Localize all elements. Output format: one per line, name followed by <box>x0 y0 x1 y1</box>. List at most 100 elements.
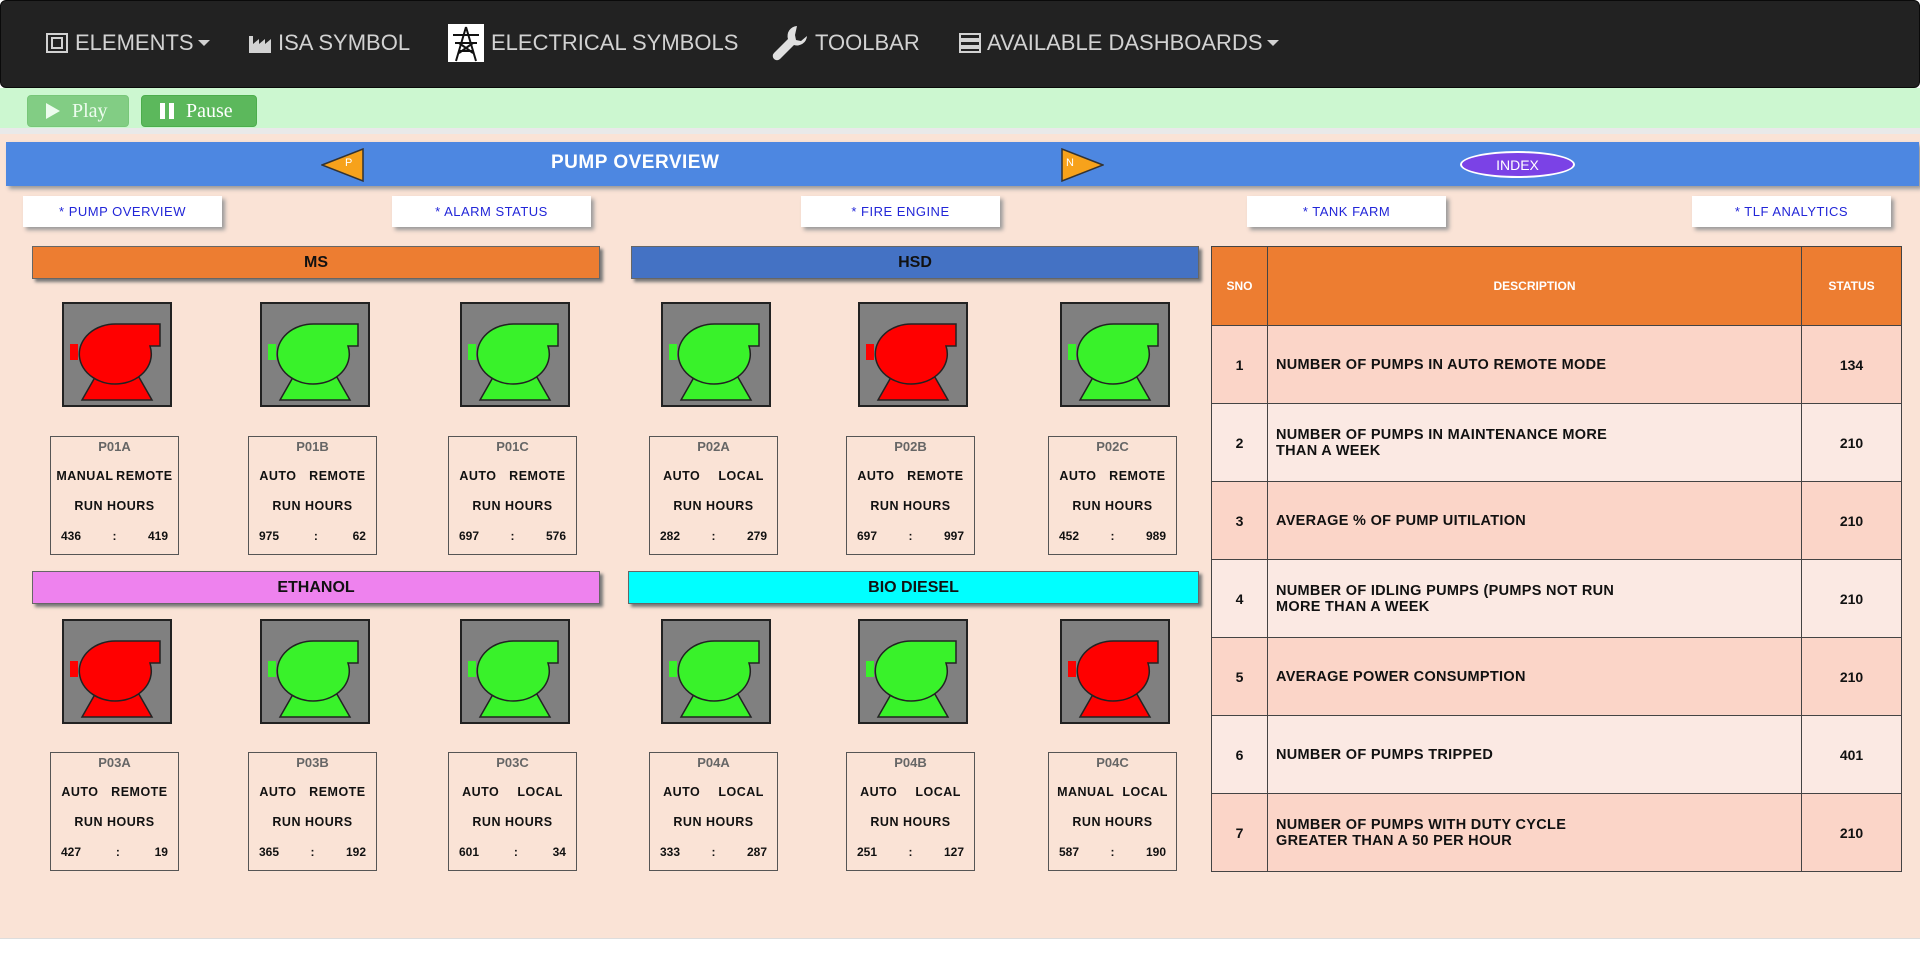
table-row: 1 NUMBER OF PUMPS IN AUTO REMOTE MODE 134 <box>1211 325 1902 404</box>
pump-mode-control: AUTO <box>462 785 500 799</box>
run-hours-value-1: 587 <box>1059 845 1080 859</box>
link-alarm-status[interactable]: * ALARM STATUS <box>392 196 591 227</box>
cell-status: 210 <box>1801 403 1902 482</box>
pump-mode: AUTO REMOTE <box>453 469 572 483</box>
centrifugal-pump-icon <box>70 640 161 718</box>
table-row: 3 AVERAGE % OF PUMP UITILATION 210 <box>1211 481 1902 560</box>
pump-symbol[interactable] <box>661 302 771 407</box>
pump-id: P02B <box>894 439 927 454</box>
group-header-bio-diesel: BIO DIESEL <box>628 571 1199 604</box>
run-hours-separator: : <box>313 529 318 543</box>
run-hours-values: 587: 190 <box>1059 845 1166 859</box>
link-tlf-analytics[interactable]: * TLF ANALYTICS <box>1692 196 1891 227</box>
pump-mode-location: REMOTE <box>509 469 566 483</box>
run-hours-value-1: 427 <box>61 845 82 859</box>
play-button-label: Play <box>72 99 108 122</box>
centrifugal-pump-icon <box>1068 640 1159 718</box>
nav-electrical-symbols[interactable]: ELECTRICAL SYMBOLS <box>447 23 738 63</box>
cell-description: AVERAGE POWER CONSUMPTION <box>1267 637 1802 716</box>
pump-mode: MANUAL REMOTE <box>55 469 174 483</box>
pump-symbol[interactable] <box>1060 619 1170 724</box>
pause-button[interactable]: Pause <box>141 95 257 127</box>
nav-available-dashboards-dropdown[interactable]: AVAILABLE DASHBOARDS <box>959 23 1279 63</box>
cell-sno: 4 <box>1211 559 1268 638</box>
table-row: 5 AVERAGE POWER CONSUMPTION 210 <box>1211 637 1902 716</box>
run-hours-value-2: 576 <box>545 529 566 543</box>
pump-symbol[interactable] <box>1060 302 1170 407</box>
pump-mode-control: AUTO <box>459 469 497 483</box>
pump-symbol[interactable] <box>62 619 172 724</box>
pump-mode-control: AUTO <box>663 469 701 483</box>
index-button[interactable]: INDEX <box>1460 151 1575 178</box>
prev-page-button[interactable]: P <box>319 147 365 183</box>
pump-info-card: P03B AUTO REMOTE RUN HOURS 365: 192 <box>248 752 377 871</box>
run-hours-values: 697: 576 <box>459 529 566 543</box>
pump-mode-control: AUTO <box>1059 469 1097 483</box>
pump-mode-control: AUTO <box>259 785 297 799</box>
nav-elements-dropdown[interactable]: ELEMENTS <box>45 23 210 63</box>
pump-symbol[interactable] <box>858 619 968 724</box>
pump-symbol[interactable] <box>260 619 370 724</box>
play-button[interactable]: Play <box>27 95 129 127</box>
run-hours-label: RUN HOURS <box>1072 815 1153 829</box>
pump-mode: MANUAL LOCAL <box>1053 785 1172 799</box>
run-hours-value-1: 436 <box>61 529 82 543</box>
cell-status: 134 <box>1801 325 1902 404</box>
caret-down-icon <box>197 40 210 46</box>
pump-mode-location: REMOTE <box>116 469 173 483</box>
table-row: 6 NUMBER OF PUMPS TRIPPED 401 <box>1211 715 1902 794</box>
link-tank-farm[interactable]: * TANK FARM <box>1247 196 1446 227</box>
pump-info-card: P02A AUTO LOCAL RUN HOURS 282: 279 <box>649 436 778 555</box>
pause-icon <box>160 103 174 119</box>
cell-sno: 2 <box>1211 403 1268 482</box>
run-hours-label: RUN HOURS <box>74 499 155 513</box>
nav-toolbar[interactable]: TOOLBAR <box>771 23 920 63</box>
run-hours-values: 452: 989 <box>1059 529 1166 543</box>
pump-mode-control: AUTO <box>857 469 895 483</box>
wrench-icon <box>772 26 807 61</box>
pump-mode-control: AUTO <box>663 785 701 799</box>
prev-label: P <box>345 157 353 169</box>
link-pump-overview[interactable]: * PUMP OVERVIEW <box>23 196 222 227</box>
pump-id: P02A <box>697 439 730 454</box>
pump-symbol[interactable] <box>62 302 172 407</box>
pump-symbol[interactable] <box>460 619 570 724</box>
pump-mode-location: LOCAL <box>517 785 563 799</box>
pump-id: P02C <box>1096 439 1129 454</box>
run-hours-separator: : <box>908 529 913 543</box>
run-hours-values: 251: 127 <box>857 845 964 859</box>
group-name: BIO DIESEL <box>868 578 959 596</box>
run-hours-value-2: 192 <box>345 845 366 859</box>
run-hours-values: 601: 34 <box>459 845 566 859</box>
pump-mode-location: LOCAL <box>1122 785 1168 799</box>
pump-mode-location: REMOTE <box>907 469 964 483</box>
run-hours-value-2: 997 <box>943 529 964 543</box>
pump-mode-location: REMOTE <box>309 469 366 483</box>
nav-isa-symbol[interactable]: ISA SYMBOL <box>248 23 410 63</box>
table-row: 4 NUMBER OF IDLING PUMPS (PUMPS NOT RUN M… <box>1211 559 1902 638</box>
run-hours-value-1: 975 <box>259 529 280 543</box>
playback-control-bar: Play Pause <box>0 88 1920 128</box>
pump-symbol[interactable] <box>260 302 370 407</box>
pump-info-card: P01B AUTO REMOTE RUN HOURS 975: 62 <box>248 436 377 555</box>
link-fire-engine[interactable]: * FIRE ENGINE <box>801 196 1000 227</box>
pump-symbol[interactable] <box>460 302 570 407</box>
run-hours-value-1: 697 <box>459 529 480 543</box>
pump-mode-control: AUTO <box>860 785 898 799</box>
next-page-button[interactable]: N <box>1060 147 1106 183</box>
run-hours-value-2: 287 <box>746 845 767 859</box>
pump-symbol[interactable] <box>661 619 771 724</box>
run-hours-value-2: 62 <box>352 529 366 543</box>
cell-description: NUMBER OF PUMPS IN MAINTENANCE MORE THAN… <box>1267 403 1802 482</box>
cell-sno: 5 <box>1211 637 1268 716</box>
pump-mode: AUTO LOCAL <box>453 785 572 799</box>
pump-symbol[interactable] <box>858 302 968 407</box>
run-hours-value-2: 989 <box>1145 529 1166 543</box>
run-hours-separator: : <box>510 529 515 543</box>
cell-status: 210 <box>1801 793 1902 872</box>
run-hours-value-2: 19 <box>154 845 168 859</box>
run-hours-label: RUN HOURS <box>1072 499 1153 513</box>
pump-mode: AUTO LOCAL <box>851 785 970 799</box>
pump-id: P03C <box>496 755 529 770</box>
pump-mode-control: MANUAL <box>1057 785 1115 799</box>
